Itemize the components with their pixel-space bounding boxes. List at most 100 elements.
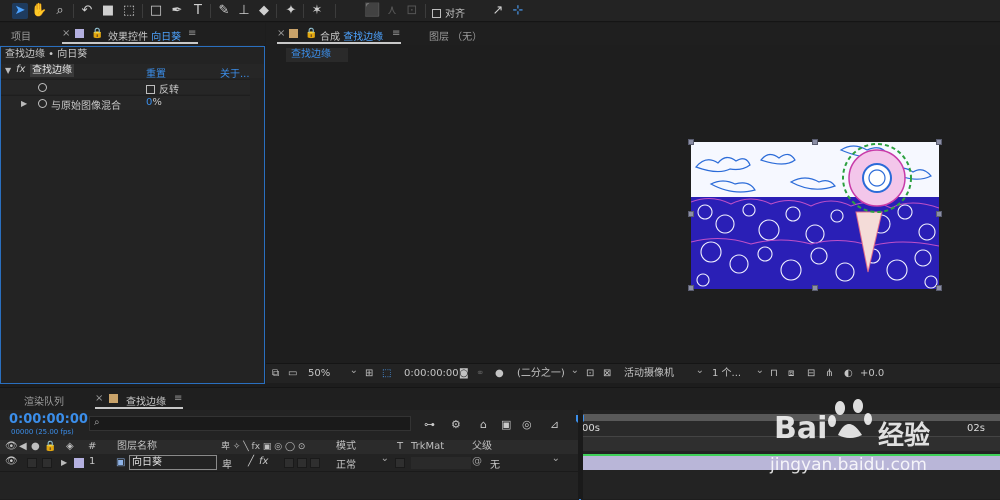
pen-tool-icon[interactable]: ✒ [169, 3, 185, 19]
timecode-display[interactable]: 0:00:00:00 [404, 367, 459, 381]
type-tool-icon[interactable]: T [190, 3, 206, 19]
align-toggle[interactable]: 对齐 [432, 5, 465, 20]
transform-handle[interactable] [812, 285, 818, 291]
reset-exposure-icon[interactable]: ◐ [844, 367, 853, 381]
shy-switch-icon[interactable]: 卑 [222, 456, 232, 471]
stopwatch-icon[interactable] [38, 83, 47, 92]
fast-previews-icon[interactable]: ⧈ [788, 367, 794, 381]
pick-whip-icon[interactable]: @ [472, 456, 482, 467]
panel-menu-icon[interactable]: ≡ [188, 28, 196, 39]
work-area-bar[interactable] [579, 414, 1000, 421]
quality-switch-icon[interactable]: ╱ [248, 456, 254, 467]
layer-row[interactable]: 👁 ▶ 1 ▣ 向日葵 卑 ╱ fx 正常 @ 无 [0, 453, 578, 472]
tab-project[interactable]: 项目 [11, 28, 31, 43]
rotate-tool-icon[interactable]: ↶ [79, 3, 95, 19]
motion-blur-icon[interactable]: ◎ [522, 418, 532, 431]
frame-blend-switch[interactable] [284, 458, 294, 468]
transform-handle[interactable] [688, 139, 694, 145]
adjustment-switch[interactable] [310, 458, 320, 468]
close-icon[interactable]: × [62, 28, 70, 39]
zoom-dropdown[interactable]: 50% [308, 364, 358, 381]
selection-tool-icon[interactable]: ➤ [12, 3, 28, 19]
timeline-icon[interactable]: ⊟ [807, 367, 815, 381]
clone-stamp-tool-icon[interactable]: ⊥ [236, 3, 252, 19]
rectangle-tool-icon[interactable]: □ [148, 3, 164, 19]
toggle-pixel-aspect-icon[interactable]: ⊓ [770, 367, 778, 381]
hand-tool-icon[interactable]: ✋ [31, 3, 47, 19]
camera-dropdown[interactable]: 活动摄像机 [624, 364, 704, 381]
invert-toggle[interactable]: 反转 [146, 81, 179, 96]
transform-handle[interactable] [936, 285, 942, 291]
tab-composition[interactable]: 合成 查找边缘 [320, 28, 383, 43]
preserve-transparency-toggle[interactable] [395, 458, 405, 468]
transform-handle[interactable] [812, 139, 818, 145]
fx-icon[interactable]: fx [16, 64, 25, 75]
exposure-value[interactable]: +0.0 [860, 367, 884, 381]
panel-divider[interactable] [578, 410, 583, 499]
blend-mode-dropdown[interactable]: 正常 [336, 453, 389, 471]
align-checkbox[interactable] [432, 9, 441, 18]
show-snapshot-icon[interactable]: ⚭ [476, 367, 484, 381]
solo-toggle[interactable] [27, 458, 37, 468]
visibility-eye-icon[interactable]: 👁 [5, 456, 18, 467]
transparency-grid-icon[interactable]: ⊠ [603, 367, 611, 381]
frame-blending-icon[interactable]: ▣ [501, 418, 511, 431]
graph-editor-icon[interactable]: ⊿ [550, 418, 559, 431]
trkmat-dropdown[interactable] [411, 457, 471, 469]
tab-timeline-comp[interactable]: 查找边缘 [126, 393, 166, 408]
effect-name[interactable]: 查找边缘 [30, 64, 74, 77]
comp-flowchart-icon[interactable]: ⊶ [424, 418, 435, 431]
tab-render-queue[interactable]: 渲染队列 [24, 393, 64, 408]
transform-handle[interactable] [688, 285, 694, 291]
mask-visibility-icon[interactable]: ⬚ [382, 367, 391, 381]
world-axis-icon[interactable]: ⋏ [384, 3, 400, 19]
close-icon[interactable]: × [277, 28, 285, 39]
snap-icon[interactable]: ⊹ [510, 3, 526, 19]
expand-arrow-icon[interactable]: ↗ [490, 3, 506, 19]
time-ruler[interactable]: 00s 02s [579, 421, 1000, 437]
close-icon[interactable]: × [95, 393, 103, 404]
stopwatch-icon[interactable] [38, 99, 47, 108]
effect-switch-icon[interactable]: fx [259, 456, 268, 467]
parent-dropdown[interactable]: 无 [490, 453, 560, 471]
about-link[interactable]: 关于... [220, 65, 250, 80]
tab-effect-controls[interactable]: 效果控件 向日葵 [108, 28, 181, 43]
panel-menu-icon[interactable]: ≡ [392, 28, 400, 39]
transform-handle[interactable] [936, 211, 942, 217]
comp-flowchart-tab[interactable]: 查找边缘 [286, 48, 348, 62]
draft-3d-icon[interactable]: ⚙ [451, 418, 461, 431]
roto-brush-tool-icon[interactable]: ✦ [283, 3, 299, 19]
layer-search-input[interactable]: ⌕ [89, 416, 411, 431]
panel-menu-icon[interactable]: ≡ [174, 393, 182, 404]
snapshot-icon[interactable]: ◙ [459, 367, 469, 381]
pan-behind-tool-icon[interactable]: ⬚ [121, 3, 137, 19]
layer-duration-bar[interactable] [583, 456, 1000, 470]
reset-link[interactable]: 重置 [146, 65, 166, 80]
eraser-tool-icon[interactable]: ◆ [256, 3, 272, 19]
transform-handle[interactable] [688, 211, 694, 217]
shy-layers-icon[interactable]: ⌂ [480, 418, 487, 431]
layer-label-color[interactable] [74, 458, 84, 468]
always-preview-icon[interactable]: ⧉ [272, 367, 279, 381]
flowchart-icon[interactable]: ⋔ [825, 367, 833, 381]
expand-triangle-icon[interactable]: ▶ [61, 458, 67, 467]
expand-triangle-icon[interactable]: ▼ [5, 66, 11, 75]
safe-zones-icon[interactable]: ⊞ [365, 367, 373, 381]
transform-handle[interactable] [936, 139, 942, 145]
sunflower-footage-preview[interactable] [691, 142, 939, 289]
expand-triangle-icon[interactable]: ▶ [21, 99, 27, 108]
blend-value-field[interactable]: 0% [146, 97, 162, 108]
views-dropdown[interactable]: 1 个... [712, 364, 764, 381]
brush-tool-icon[interactable]: ✎ [216, 3, 232, 19]
camera-tool-icon[interactable]: ■ [100, 3, 116, 19]
motion-blur-switch[interactable] [297, 458, 307, 468]
channel-icon[interactable]: ● [495, 367, 504, 381]
monitor-icon[interactable]: ▭ [288, 367, 297, 381]
tab-layer[interactable]: 图层 （无） [429, 28, 482, 43]
current-timecode[interactable]: 0:00:00:00 [9, 412, 88, 427]
view-axis-icon[interactable]: ⊡ [404, 3, 420, 19]
lock-toggle[interactable] [42, 458, 52, 468]
invert-checkbox[interactable] [146, 85, 155, 94]
local-axis-icon[interactable]: ⬛ [364, 3, 380, 19]
zoom-tool-icon[interactable]: ⌕ [52, 3, 68, 19]
